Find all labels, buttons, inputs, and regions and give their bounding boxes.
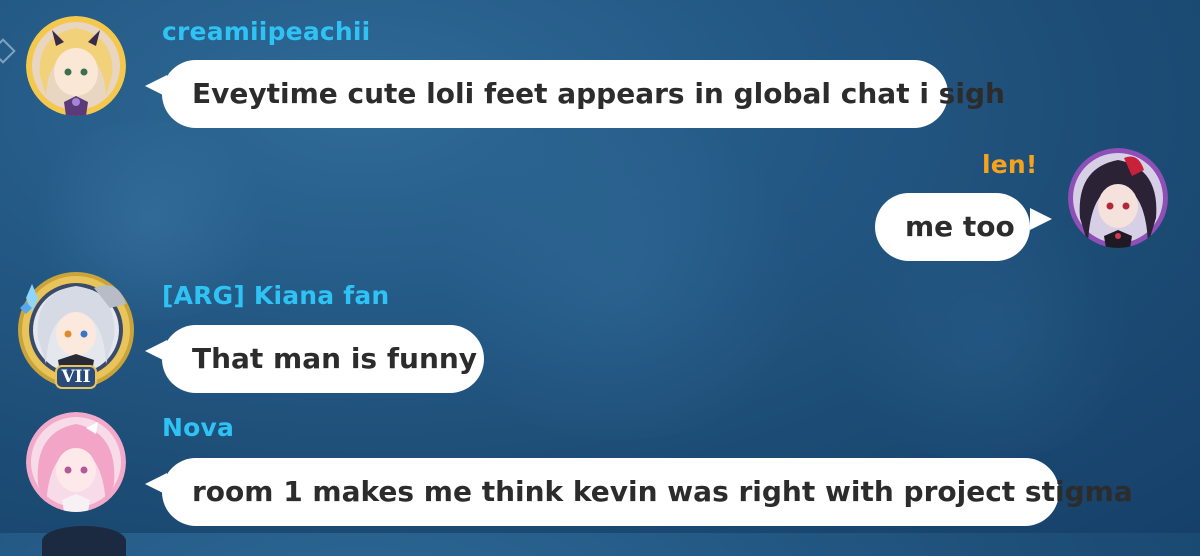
avatar[interactable]: [42, 526, 126, 556]
background-glow: [420, 120, 820, 440]
username[interactable]: creamiipeachii: [162, 17, 370, 46]
dark-haired-character-avatar-icon: [1068, 148, 1168, 248]
username[interactable]: len!: [982, 150, 1038, 179]
bubble-tail: [1030, 208, 1052, 230]
avatar[interactable]: [1068, 148, 1168, 248]
rank-badge: VII: [61, 367, 91, 387]
username[interactable]: Nova: [162, 413, 234, 442]
username[interactable]: [ARG] Kiana fan: [162, 281, 389, 310]
avatar[interactable]: [26, 16, 126, 116]
avatar[interactable]: VII: [14, 268, 138, 392]
message-bubble[interactable]: me too: [875, 193, 1030, 261]
message-bubble[interactable]: Eveytime cute loli feet appears in globa…: [162, 60, 1005, 128]
message-bubble[interactable]: That man is funny: [162, 325, 484, 393]
blonde-character-avatar-icon: [26, 16, 126, 116]
avatar[interactable]: [26, 412, 126, 512]
chevron-left-icon[interactable]: [0, 38, 16, 64]
pink-haired-character-avatar-icon: [26, 412, 126, 512]
message-bubble[interactable]: room 1 makes me think kevin was right wi…: [162, 458, 1133, 526]
